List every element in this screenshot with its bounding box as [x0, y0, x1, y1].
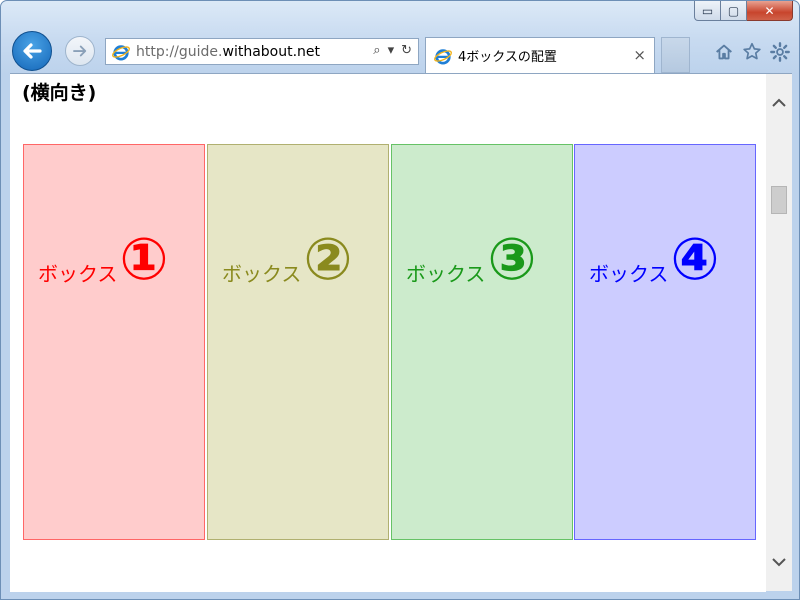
page-heading: (横向き) — [22, 82, 97, 104]
box-label-text: ボックス — [406, 262, 486, 286]
url-prefix: http://guide. — [136, 43, 223, 60]
box-number: ③ — [487, 225, 537, 293]
box-label: ボックス ③ — [406, 230, 537, 288]
box-label: ボックス ② — [222, 230, 353, 288]
box-3: ボックス ③ — [391, 144, 573, 540]
box-number: ② — [303, 225, 353, 293]
page-content: (横向き) ボックス ① ボックス ② ボックス ③ ボックス ④ — [10, 73, 766, 592]
gear-icon[interactable] — [769, 41, 791, 63]
box-1: ボックス ① — [23, 144, 205, 540]
ie-logo-icon — [434, 48, 452, 65]
scroll-down-button[interactable] — [766, 549, 792, 575]
box-label-text: ボックス — [222, 262, 302, 286]
address-tools: ⌕ ▾ ↻ — [373, 43, 412, 58]
scroll-thumb[interactable] — [771, 186, 787, 214]
box-label: ボックス ① — [38, 230, 169, 288]
box-number: ④ — [670, 225, 720, 293]
back-button[interactable] — [12, 31, 52, 71]
browser-window: ▭ ▢ ✕ http://guide.withabout.net ⌕ ▾ ↻ 4… — [0, 0, 800, 600]
chevron-up-icon — [772, 98, 786, 107]
url-text: http://guide.withabout.net — [136, 44, 320, 60]
box-label-text: ボックス — [38, 262, 118, 286]
command-icons — [713, 41, 791, 63]
address-bar[interactable]: http://guide.withabout.net ⌕ ▾ ↻ — [105, 38, 419, 65]
tab-active[interactable]: 4ボックスの配置 × — [425, 37, 655, 73]
new-tab-button[interactable] — [661, 37, 690, 73]
maximize-button[interactable]: ▢ — [721, 1, 747, 21]
home-icon[interactable] — [713, 41, 735, 63]
scroll-up-button[interactable] — [766, 90, 792, 116]
star-icon[interactable] — [741, 41, 763, 63]
ie-logo-icon — [112, 44, 130, 61]
arrow-left-icon — [23, 43, 42, 59]
box-4: ボックス ④ — [574, 144, 756, 540]
tab-close-button[interactable]: × — [633, 46, 646, 64]
box-2: ボックス ② — [207, 144, 389, 540]
tab-title: 4ボックスの配置 — [458, 50, 557, 65]
window-controls: ▭ ▢ ✕ — [694, 1, 793, 21]
title-bar: ▭ ▢ ✕ — [1, 1, 799, 31]
box-label-text: ボックス — [589, 262, 669, 286]
url-domain: withabout.net — [222, 43, 321, 60]
vertical-scrollbar[interactable] — [766, 73, 792, 591]
minimize-button[interactable]: ▭ — [694, 1, 721, 21]
forward-button[interactable] — [65, 36, 95, 66]
refresh-icon[interactable]: ↻ — [401, 43, 412, 58]
box-number: ① — [119, 225, 169, 293]
box-label: ボックス ④ — [589, 230, 720, 288]
arrow-right-icon — [73, 45, 87, 57]
chevron-down-icon[interactable]: ▾ — [388, 43, 395, 58]
close-button[interactable]: ✕ — [747, 1, 793, 21]
chevron-down-icon — [772, 558, 786, 567]
search-icon[interactable]: ⌕ — [373, 43, 380, 58]
